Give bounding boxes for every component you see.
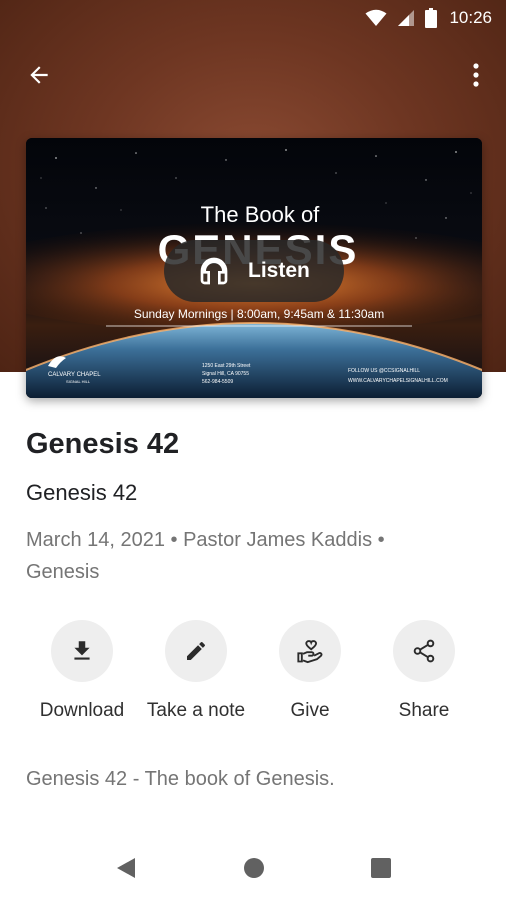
sermon-description: Genesis 42 - The book of Genesis. — [26, 768, 335, 790]
take-a-note-button-circle[interactable] — [165, 620, 227, 682]
sermon-meta: March 14, 2021 • Pastor James Kaddis • G… — [26, 524, 466, 588]
square-recents-icon — [371, 858, 391, 878]
artwork-church-line2: SIGNAL HILL — [66, 379, 91, 384]
more-vert-icon — [473, 63, 479, 87]
action-row: Download Take a note Give Share — [25, 620, 481, 730]
download-button[interactable]: Download — [25, 620, 139, 730]
nav-recents-button[interactable] — [367, 854, 395, 882]
give-button[interactable]: Give — [253, 620, 367, 730]
cellular-signal-icon — [398, 10, 415, 26]
wifi-icon — [365, 9, 387, 26]
listen-label: Listen — [248, 259, 310, 282]
artwork-address-line2: Signal Hill, CA 90755 — [202, 371, 249, 377]
system-nav-bar — [0, 836, 506, 900]
more-options-button[interactable] — [464, 58, 488, 92]
back-button[interactable] — [22, 58, 56, 92]
nav-home-button[interactable] — [240, 854, 268, 882]
artwork-schedule: Sunday Mornings | 8:00am, 9:45am & 11:30… — [134, 307, 384, 321]
share-label: Share — [398, 700, 450, 721]
give-hand-heart-icon — [297, 640, 323, 664]
nav-back-button[interactable] — [112, 854, 140, 882]
artwork-heading-small: The Book of — [201, 202, 321, 227]
give-label: Give — [290, 700, 330, 721]
app-bar — [0, 50, 506, 98]
artwork-address-line3: 562-984-5509 — [202, 379, 233, 385]
battery-icon — [425, 8, 438, 28]
sermon-subtitle: Genesis 42 — [26, 480, 138, 505]
headphones-icon — [200, 257, 228, 285]
share-button[interactable]: Share — [367, 620, 481, 730]
arrow-back-icon — [30, 66, 48, 84]
take-a-note-button[interactable]: Take a note — [139, 620, 253, 730]
download-button-circle[interactable] — [51, 620, 113, 682]
triangle-back-icon — [117, 858, 135, 878]
download-label: Download — [39, 700, 125, 721]
give-button-circle[interactable] — [279, 620, 341, 682]
listen-button[interactable]: Listen — [164, 240, 344, 302]
take-a-note-label: Take a note — [146, 700, 246, 721]
status-bar: 10:26 — [0, 0, 506, 36]
circle-home-icon — [244, 858, 264, 878]
share-icon — [413, 639, 435, 663]
artwork-address-line1: 1250 East 29th Street — [202, 363, 251, 369]
sermon-title: Genesis 42 — [26, 428, 180, 460]
sermon-meta-line2: Genesis — [26, 561, 100, 583]
pencil-icon — [187, 641, 206, 660]
download-icon — [74, 641, 90, 660]
artwork-social-line1: FOLLOW US @CCSIGNALHILL — [348, 368, 420, 374]
sermon-meta-line1: March 14, 2021 • Pastor James Kaddis • — [26, 529, 385, 551]
share-button-circle[interactable] — [393, 620, 455, 682]
artwork-church-line1: CALVARY CHAPEL — [48, 372, 101, 378]
artwork-social-line2: WWW.CALVARYCHAPELSIGNALHILL.COM — [348, 378, 448, 384]
status-time: 10:26 — [449, 8, 492, 27]
